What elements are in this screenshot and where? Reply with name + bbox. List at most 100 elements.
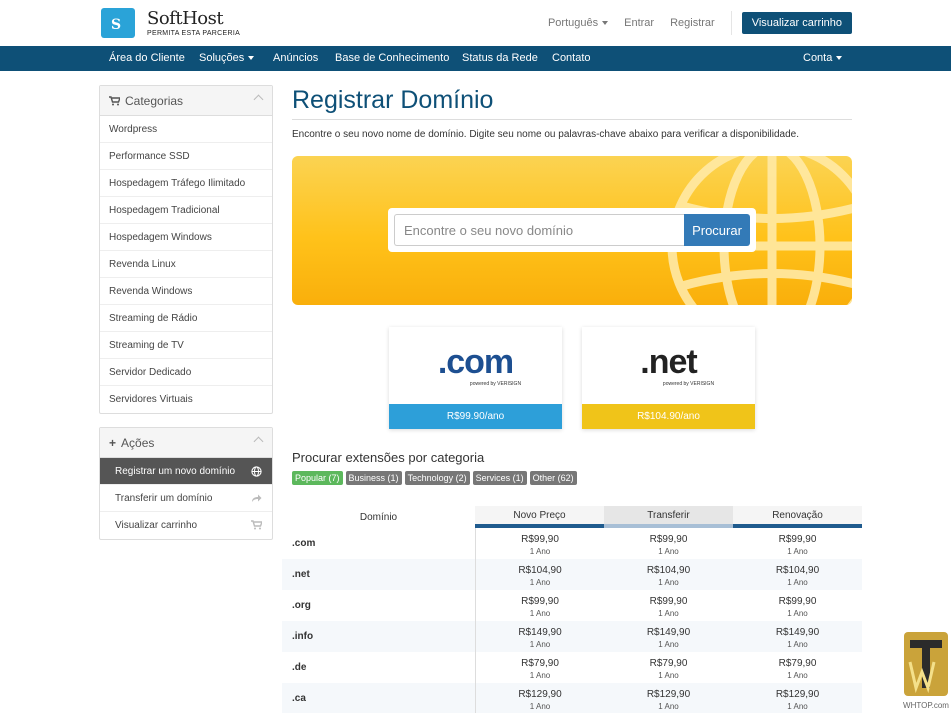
- brand-logo[interactable]: SoftHost PERMITA ESTA PARCERIA: [101, 8, 240, 38]
- price-cell: R$149,90 1 Ano: [733, 621, 862, 652]
- price-value: R$79,90: [649, 658, 688, 669]
- language-dropdown[interactable]: Português: [548, 17, 609, 29]
- category-item[interactable]: Performance SSD: [100, 143, 272, 170]
- price-value: R$149,90: [775, 627, 820, 638]
- table-row[interactable]: .org R$99,90 1 Ano R$99,90 1 Ano R$99,90 1 Ano: [282, 590, 862, 621]
- price-value: R$104,90: [518, 565, 562, 576]
- category-item[interactable]: Streaming de Rádio: [100, 305, 272, 332]
- cart-icon: [109, 95, 120, 105]
- price-cell: R$104,90 1 Ano: [733, 559, 862, 590]
- nav-solutions[interactable]: Soluções: [199, 52, 255, 64]
- nav-announcements[interactable]: Anúncios: [273, 52, 318, 64]
- table-row[interactable]: .info R$149,90 1 Ano R$149,90 1 Ano R$149,90 1…: [282, 621, 862, 652]
- tag-other[interactable]: Other (62): [529, 471, 577, 485]
- price-period: 1 Ano: [787, 671, 808, 680]
- actions-header[interactable]: + Ações: [100, 428, 272, 458]
- price-period: 1 Ano: [658, 547, 679, 556]
- login-link[interactable]: Entrar: [624, 17, 654, 29]
- nav-solutions-label: Soluções: [199, 52, 245, 64]
- caret-down-icon: [602, 21, 609, 26]
- tld-price: R$99.90/ano: [389, 404, 562, 429]
- price-period: 1 Ano: [787, 547, 808, 556]
- price-period: 1 Ano: [529, 671, 551, 680]
- domain-search-input[interactable]: [394, 214, 684, 246]
- transfer-domain-action[interactable]: Transferir um domínio: [100, 485, 272, 512]
- price-value: R$129,90: [775, 689, 820, 700]
- price-value: R$79,90: [778, 658, 817, 669]
- tld-logo: .com powered by VERISIGN: [389, 327, 562, 404]
- register-domain-action[interactable]: Registrar um novo domínio: [100, 458, 272, 485]
- price-period: 1 Ano: [787, 702, 808, 711]
- brand-name: SoftHost: [147, 7, 224, 29]
- pricing-table: Domínio Novo Preço Transferir Renovação …: [282, 506, 862, 713]
- price-period: 1 Ano: [787, 609, 808, 618]
- price-cell: R$79,90 1 Ano: [733, 652, 862, 683]
- action-label: Transferir um domínio: [115, 492, 213, 504]
- view-cart-button[interactable]: Visualizar carrinho: [741, 12, 852, 34]
- view-cart-action[interactable]: Visualizar carrinho: [100, 512, 272, 539]
- price-period: 1 Ano: [658, 640, 679, 649]
- category-browser-title: Procurar extensões por categoria: [292, 450, 485, 465]
- divider: [730, 11, 732, 35]
- tld-cell: .ca: [292, 693, 306, 704]
- price-cell: R$104,90 1 Ano: [475, 559, 604, 590]
- tld-name: .com: [437, 342, 514, 381]
- category-item[interactable]: Hospedagem Windows: [100, 224, 272, 251]
- category-item[interactable]: Revenda Windows: [100, 278, 272, 305]
- price-value: R$99,90: [649, 596, 688, 607]
- tag-services[interactable]: Services (1): [472, 471, 527, 485]
- tld-price: R$104.90/ano: [582, 404, 755, 429]
- tld-cell: .com: [292, 538, 316, 549]
- intro-text: Encontre o seu novo nome de domínio. Dig…: [292, 129, 799, 140]
- table-row[interactable]: .net R$104,90 1 Ano R$104,90 1 Ano R$104,90 1 …: [282, 559, 862, 590]
- featured-tld-com[interactable]: .com powered by VERISIGN R$99.90/ano: [389, 327, 562, 429]
- caret-down-icon: [836, 56, 843, 61]
- tld-cell: .org: [292, 600, 311, 611]
- table-row[interactable]: .com R$99,90 1 Ano R$99,90 1 Ano R$99,90 1 Ano: [282, 528, 862, 559]
- price-period: 1 Ano: [787, 640, 808, 649]
- top-header: SoftHost PERMITA ESTA PARCERIA Português…: [0, 0, 951, 46]
- column-header-renewal[interactable]: Renovação: [733, 506, 862, 528]
- price-value: R$104,90: [775, 565, 820, 576]
- column-header-transfer[interactable]: Transferir: [604, 506, 733, 528]
- price-value: R$99,90: [521, 596, 559, 607]
- nav-account-label: Conta: [803, 52, 833, 64]
- price-cell: R$99,90 1 Ano: [733, 528, 862, 559]
- tag-popular[interactable]: Popular (7): [292, 471, 343, 485]
- category-item[interactable]: Servidor Dedicado: [100, 359, 272, 386]
- price-period: 1 Ano: [529, 578, 551, 587]
- search-button[interactable]: Procurar: [684, 214, 750, 246]
- nav-knowledgebase[interactable]: Base de Conhecimento: [335, 52, 449, 64]
- register-link[interactable]: Registrar: [670, 17, 715, 29]
- table-row[interactable]: .de R$79,90 1 Ano R$79,90 1 Ano R$79,90 1 Ano: [282, 652, 862, 683]
- column-header-new-price[interactable]: Novo Preço: [475, 506, 604, 528]
- category-item[interactable]: Servidores Virtuais: [100, 386, 272, 413]
- tld-cell: .net: [292, 569, 310, 580]
- nav-contact[interactable]: Contato: [552, 52, 591, 64]
- categories-header[interactable]: Categorias: [100, 86, 272, 116]
- globe-icon: [251, 466, 262, 477]
- tld-cell: .info: [292, 631, 314, 642]
- price-value: R$129,90: [518, 689, 562, 700]
- caret-down-icon: [248, 56, 255, 61]
- nav-network-status[interactable]: Status da Rede: [462, 52, 538, 64]
- nav-account[interactable]: Conta: [803, 52, 843, 64]
- chevron-up-icon[interactable]: [253, 94, 264, 105]
- price-cell: R$104,90 1 Ano: [604, 559, 733, 590]
- category-item[interactable]: Streaming de TV: [100, 332, 272, 359]
- column-header-domain[interactable]: Domínio: [282, 506, 475, 528]
- nav-client-area[interactable]: Área do Cliente: [109, 52, 185, 64]
- category-item[interactable]: Hospedagem Tradicional: [100, 197, 272, 224]
- category-item[interactable]: Revenda Linux: [100, 251, 272, 278]
- chevron-up-icon[interactable]: [253, 436, 264, 447]
- tag-business[interactable]: Business (1): [345, 471, 402, 485]
- category-item[interactable]: Hospedagem Tráfego Ilimitado: [100, 170, 272, 197]
- table-row[interactable]: .ca R$129,90 1 Ano R$129,90 1 Ano R$129,90 1 A…: [282, 683, 862, 713]
- tag-technology[interactable]: Technology (2): [404, 471, 470, 485]
- category-item[interactable]: Wordpress: [100, 116, 272, 143]
- verisign-badge: powered by VERISIGN: [662, 380, 715, 387]
- category-tags: Popular (7) Business (1) Technology (2) …: [292, 471, 580, 485]
- price-cell: R$79,90 1 Ano: [475, 652, 604, 683]
- featured-tld-net[interactable]: .net powered by VERISIGN R$104.90/ano: [582, 327, 755, 429]
- price-cell: R$99,90 1 Ano: [604, 528, 733, 559]
